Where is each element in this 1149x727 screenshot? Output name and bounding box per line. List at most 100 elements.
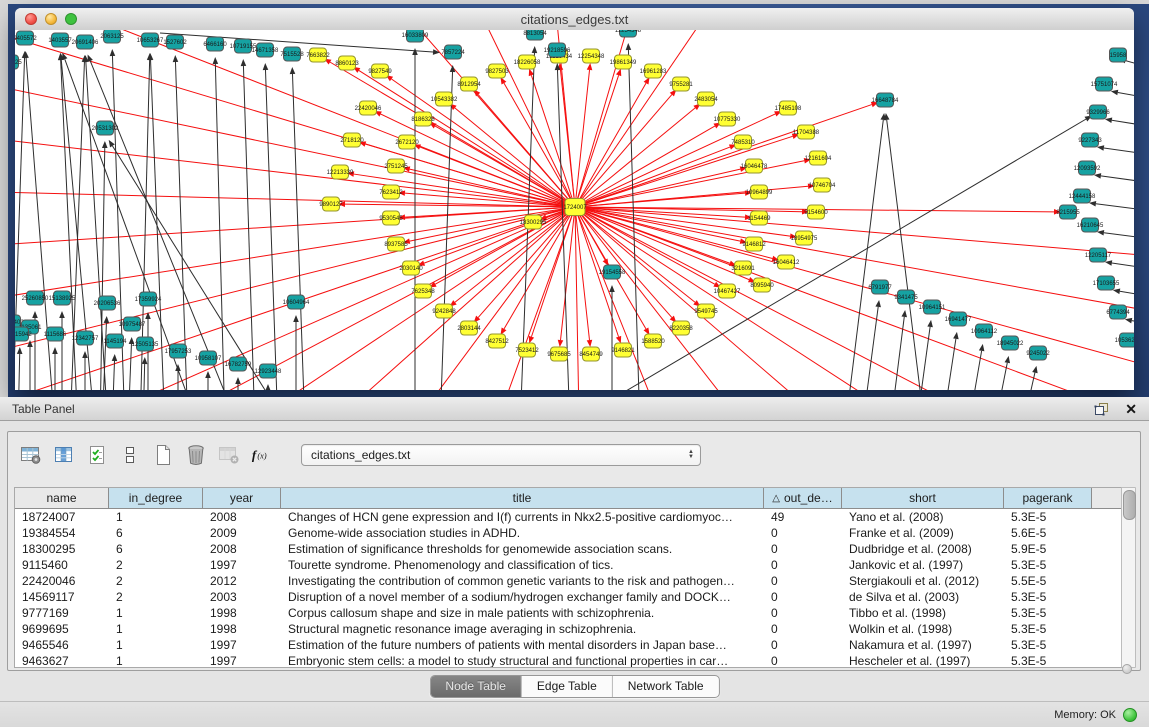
table-row[interactable]: 946554611997Estimation of the future num… [15, 637, 1121, 653]
table-cell-short[interactable]: de Silva et al. (2003) [842, 590, 1004, 604]
tab-node-table[interactable]: Node Table [430, 676, 522, 697]
table-row[interactable]: 2242004622012Investigating the contribut… [15, 573, 1121, 589]
table-cell-year[interactable]: 2008 [203, 542, 281, 556]
function-builder-icon[interactable]: f(x) [250, 443, 274, 467]
table-row[interactable]: 969969511998Structural magnetic resonanc… [15, 621, 1121, 637]
table-row[interactable]: 946362711997Embryonic stem cells: a mode… [15, 653, 1121, 668]
table-cell-year[interactable]: 2009 [203, 526, 281, 540]
close-window-button[interactable] [25, 13, 37, 25]
table-cell-in_degree[interactable]: 2 [109, 574, 203, 588]
create-table-icon[interactable] [151, 443, 175, 467]
table-cell-title[interactable]: Genome-wide association studies in ADHD. [281, 526, 764, 540]
table-row[interactable]: 1938455462009Genome-wide association stu… [15, 525, 1121, 541]
column-header-name[interactable]: name [15, 488, 109, 508]
table-cell-out_degree[interactable]: 0 [764, 590, 842, 604]
table-cell-out_degree[interactable]: 0 [764, 638, 842, 652]
table-cell-out_degree[interactable]: 0 [764, 526, 842, 540]
table-selector-dropdown[interactable]: citations_edges.txt▲▼ [301, 444, 701, 466]
table-cell-name[interactable]: 22420046 [15, 574, 109, 588]
table-cell-short[interactable]: Hescheler et al. (1997) [842, 654, 1004, 668]
delete-rows-icon[interactable] [184, 443, 208, 467]
close-panel-icon[interactable]: ✕ [1125, 402, 1137, 416]
table-cell-title[interactable]: Corpus callosum shape and size in male p… [281, 606, 764, 620]
float-panel-icon[interactable] [1094, 402, 1109, 416]
table-options-icon[interactable] [19, 443, 43, 467]
table-cell-title[interactable]: Investigating the contribution of common… [281, 574, 764, 588]
table-cell-title[interactable]: Changes of HCN gene expression and I(f) … [281, 510, 764, 524]
table-cell-title[interactable]: Estimation of the future numbers of pati… [281, 638, 764, 652]
table-cell-in_degree[interactable]: 1 [109, 622, 203, 636]
table-cell-short[interactable]: Franke et al. (2009) [842, 526, 1004, 540]
table-cell-out_degree[interactable]: 0 [764, 654, 842, 668]
table-cell-short[interactable]: Dudbridge et al. (2008) [842, 542, 1004, 556]
table-cell-year[interactable]: 1998 [203, 622, 281, 636]
table-cell-pagerank[interactable]: 5.3E-5 [1004, 558, 1092, 572]
table-cell-out_degree[interactable]: 49 [764, 510, 842, 524]
table-cell-pagerank[interactable]: 5.3E-5 [1004, 606, 1092, 620]
table-vertical-scrollbar[interactable] [1121, 487, 1136, 668]
table-cell-pagerank[interactable]: 5.3E-5 [1004, 622, 1092, 636]
table-cell-in_degree[interactable]: 6 [109, 542, 203, 556]
table-cell-name[interactable]: 19384554 [15, 526, 109, 540]
table-cell-year[interactable]: 1998 [203, 606, 281, 620]
table-cell-pagerank[interactable]: 5.3E-5 [1004, 654, 1092, 668]
table-cell-short[interactable]: Nakamura et al. (1997) [842, 638, 1004, 652]
show-columns-icon[interactable] [52, 443, 76, 467]
table-cell-out_degree[interactable]: 0 [764, 542, 842, 556]
table-cell-year[interactable]: 2012 [203, 574, 281, 588]
table-cell-year[interactable]: 1997 [203, 638, 281, 652]
table-cell-pagerank[interactable]: 5.9E-5 [1004, 542, 1092, 556]
table-cell-name[interactable]: 9463627 [15, 654, 109, 668]
table-cell-title[interactable]: Structural magnetic resonance image aver… [281, 622, 764, 636]
column-header-in_degree[interactable]: in_degree [109, 488, 203, 508]
table-cell-pagerank[interactable]: 5.6E-5 [1004, 526, 1092, 540]
scrollbar-thumb[interactable] [1123, 490, 1136, 520]
table-cell-year[interactable]: 2003 [203, 590, 281, 604]
table-cell-name[interactable]: 14569117 [15, 590, 109, 604]
table-cell-in_degree[interactable]: 1 [109, 606, 203, 620]
table-row[interactable]: 1830029562008Estimation of significance … [15, 541, 1121, 557]
resize-grip[interactable] [1122, 664, 1132, 674]
table-cell-out_degree[interactable]: 0 [764, 574, 842, 588]
select-rows-icon[interactable] [85, 443, 109, 467]
table-cell-title[interactable]: Tourette syndrome. Phenomenology and cla… [281, 558, 764, 572]
table-cell-year[interactable]: 1997 [203, 558, 281, 572]
table-cell-pagerank[interactable]: 5.3E-5 [1004, 590, 1092, 604]
tab-edge-table[interactable]: Edge Table [522, 676, 613, 697]
table-cell-pagerank[interactable]: 5.3E-5 [1004, 638, 1092, 652]
column-header-pagerank[interactable]: pagerank [1004, 488, 1092, 508]
table-cell-short[interactable]: Stergiakouli et al. (2012) [842, 574, 1004, 588]
table-cell-name[interactable]: 9699695 [15, 622, 109, 636]
table-row[interactable]: 1456911722003Disruption of a novel membe… [15, 589, 1121, 605]
table-cell-in_degree[interactable]: 1 [109, 654, 203, 668]
table-cell-short[interactable]: Tibbo et al. (1998) [842, 606, 1004, 620]
table-cell-name[interactable]: 9115460 [15, 558, 109, 572]
table-row[interactable]: 911546021997Tourette syndrome. Phenomeno… [15, 557, 1121, 573]
column-header-year[interactable]: year [203, 488, 281, 508]
table-row[interactable]: 1872400712008Changes of HCN gene express… [15, 509, 1121, 525]
table-cell-out_degree[interactable]: 0 [764, 622, 842, 636]
network-canvas[interactable]: 1122543418226058982750389129541054338281… [15, 30, 1134, 390]
table-cell-pagerank[interactable]: 5.5E-5 [1004, 574, 1092, 588]
zoom-window-button[interactable] [65, 13, 77, 25]
column-header-title[interactable]: title [281, 488, 764, 508]
table-cell-title[interactable]: Disruption of a novel member of a sodium… [281, 590, 764, 604]
tab-network-table[interactable]: Network Table [613, 676, 719, 697]
table-cell-year[interactable]: 2008 [203, 510, 281, 524]
row-tools-icon[interactable] [118, 443, 142, 467]
table-cell-title[interactable]: Estimation of significance thresholds fo… [281, 542, 764, 556]
table-cell-in_degree[interactable]: 1 [109, 638, 203, 652]
table-cell-in_degree[interactable]: 2 [109, 590, 203, 604]
column-header-out_degree[interactable]: △out_de… [764, 488, 842, 508]
table-cell-name[interactable]: 9777169 [15, 606, 109, 620]
table-cell-in_degree[interactable]: 2 [109, 558, 203, 572]
table-cell-year[interactable]: 1997 [203, 654, 281, 668]
window-titlebar[interactable]: citations_edges.txt [15, 8, 1134, 31]
table-cell-in_degree[interactable]: 1 [109, 510, 203, 524]
column-header-short[interactable]: short [842, 488, 1004, 508]
table-cell-name[interactable]: 9465546 [15, 638, 109, 652]
table-cell-in_degree[interactable]: 6 [109, 526, 203, 540]
table-row[interactable]: 977716911998Corpus callosum shape and si… [15, 605, 1121, 621]
table-cell-out_degree[interactable]: 0 [764, 558, 842, 572]
table-cell-short[interactable]: Yano et al. (2008) [842, 510, 1004, 524]
